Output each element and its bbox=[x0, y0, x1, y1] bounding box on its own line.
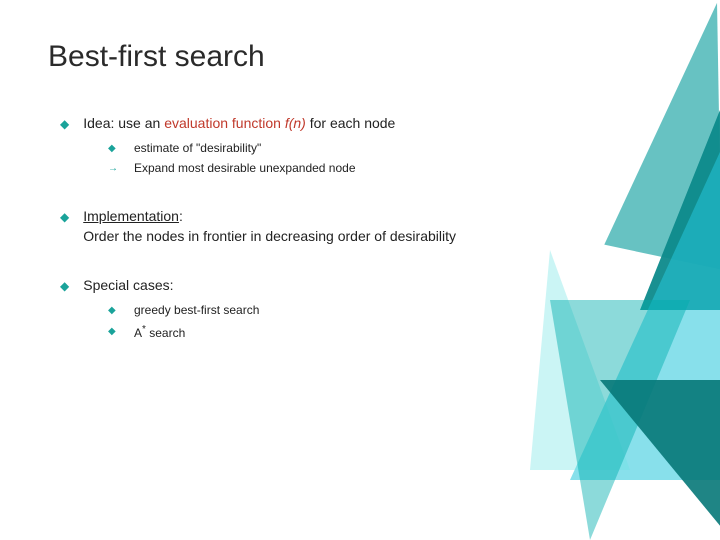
slide-title: Best-first search bbox=[48, 40, 672, 74]
text-fragment: Order the nodes in frontier in decreasin… bbox=[83, 228, 456, 244]
bullet-implementation: ◆ Implementation: Order the nodes in fro… bbox=[60, 207, 672, 246]
sub-list: ◆ greedy best-first search ◆ A* search bbox=[108, 302, 672, 342]
subbullet-text: estimate of "desirability" bbox=[134, 140, 672, 157]
bullet-special-text: Special cases: bbox=[83, 276, 672, 296]
diamond-icon: ◆ bbox=[60, 209, 69, 226]
slide: Best-first search ◆ Idea: use an evaluat… bbox=[0, 0, 720, 540]
text-fragment: : bbox=[179, 208, 183, 224]
sub-list: ◆ estimate of "desirability" → Expand mo… bbox=[108, 140, 672, 178]
text-fragment: Idea: use an bbox=[83, 115, 164, 131]
bullet-special-cases: ◆ Special cases: bbox=[60, 276, 672, 296]
subbullet-estimate: ◆ estimate of "desirability" bbox=[108, 140, 672, 157]
subbullet-greedy: ◆ greedy best-first search bbox=[108, 302, 672, 319]
text-fragment: search bbox=[146, 326, 185, 340]
text-underline: Implementation bbox=[83, 208, 179, 224]
bullet-idea: ◆ Idea: use an evaluation function f(n) … bbox=[60, 114, 672, 134]
diamond-icon: ◆ bbox=[60, 116, 69, 133]
subbullet-expand: → Expand most desirable unexpanded node bbox=[108, 160, 672, 177]
subbullet-astar: ◆ A* search bbox=[108, 323, 672, 342]
diamond-icon: ◆ bbox=[108, 325, 120, 339]
triangle-icon bbox=[600, 380, 720, 540]
text-highlight: evaluation function bbox=[164, 115, 285, 131]
spacer bbox=[60, 252, 672, 276]
subbullet-text: Expand most desirable unexpanded node bbox=[134, 160, 672, 177]
diamond-icon: ◆ bbox=[60, 278, 69, 295]
diamond-icon: ◆ bbox=[108, 142, 120, 156]
text-fragment: A bbox=[134, 326, 142, 340]
arrow-icon: → bbox=[108, 162, 120, 176]
text-fn: f(n) bbox=[285, 115, 306, 131]
bullet-implementation-text: Implementation: Order the nodes in front… bbox=[83, 207, 672, 246]
slide-content: ◆ Idea: use an evaluation function f(n) … bbox=[48, 114, 672, 342]
bullet-idea-text: Idea: use an evaluation function f(n) fo… bbox=[83, 114, 672, 134]
subbullet-text: greedy best-first search bbox=[134, 302, 672, 319]
text-fragment: for each node bbox=[306, 115, 396, 131]
subbullet-text: A* search bbox=[134, 323, 672, 342]
diamond-icon: ◆ bbox=[108, 304, 120, 318]
